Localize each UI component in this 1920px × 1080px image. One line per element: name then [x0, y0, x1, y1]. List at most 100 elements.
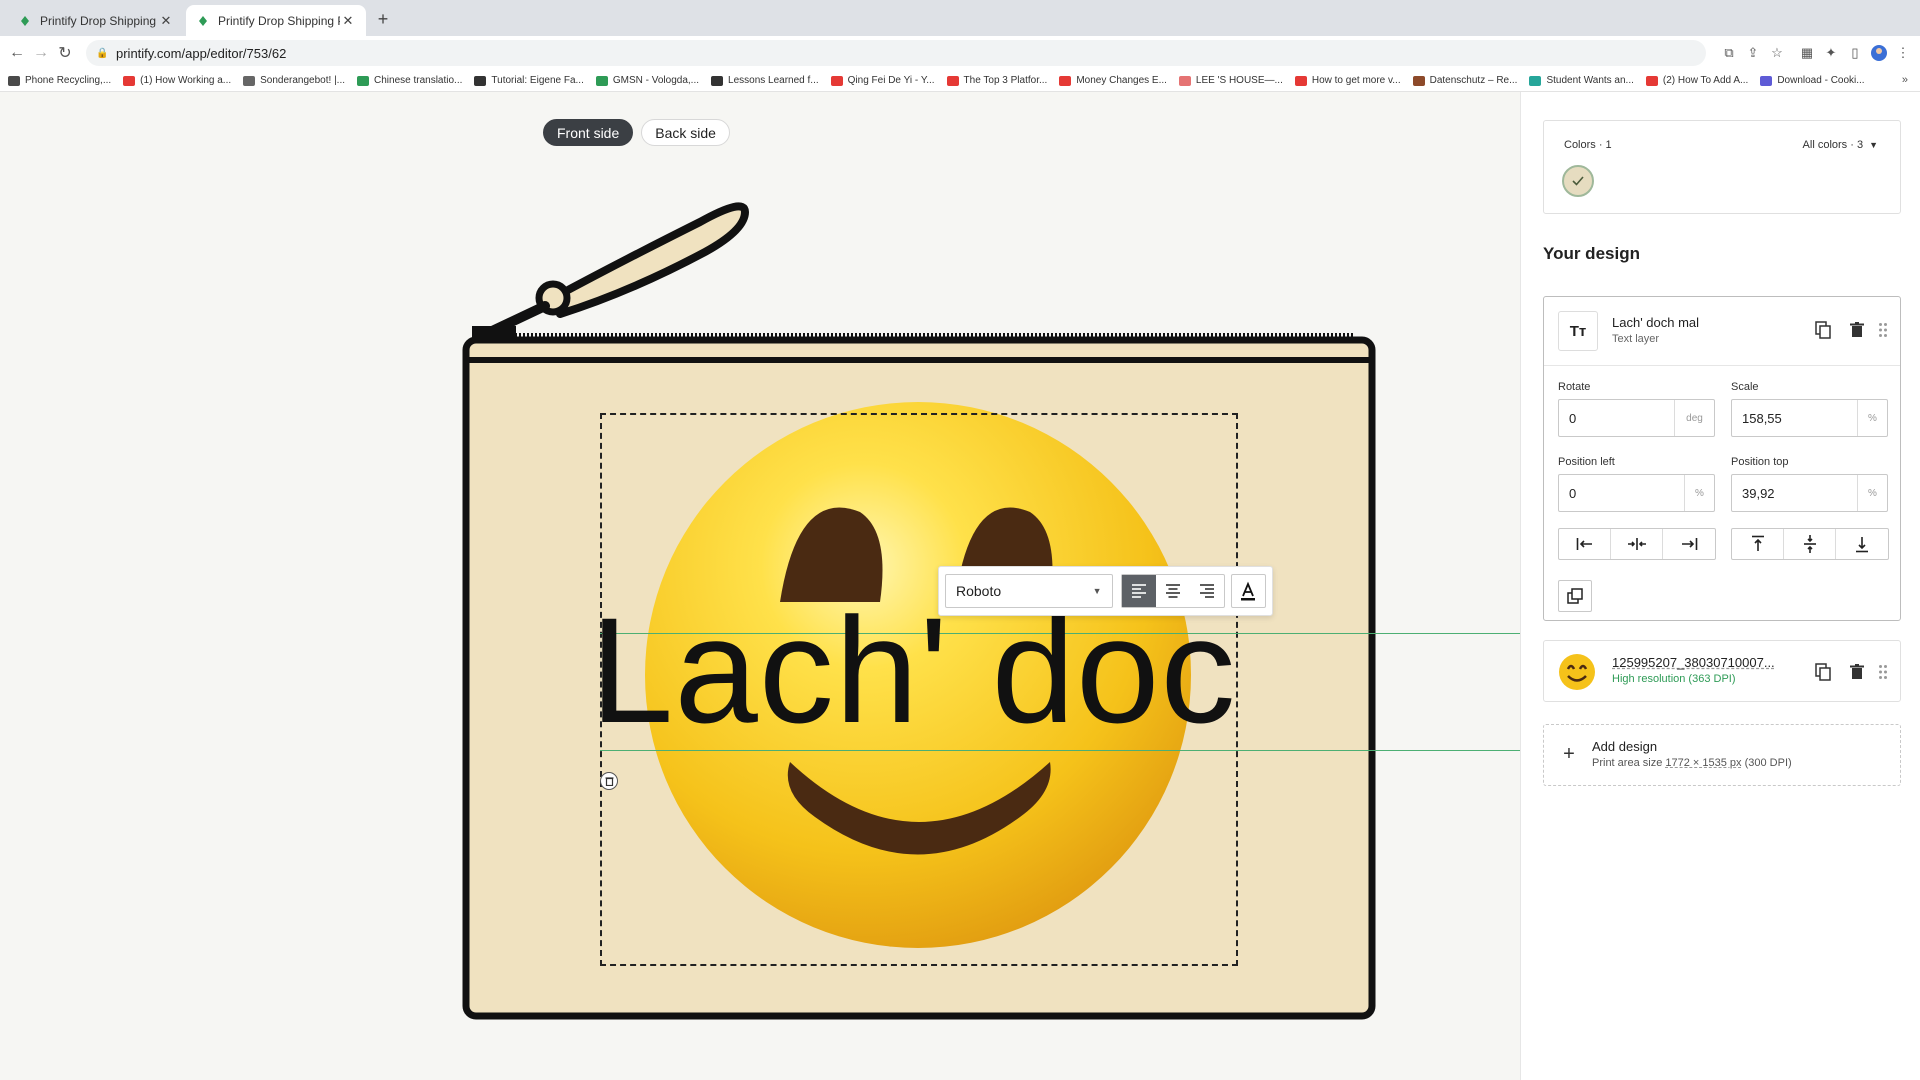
align-left-edge-button[interactable] [1559, 529, 1611, 559]
bookmark-item[interactable]: How to get more v... [1294, 75, 1401, 86]
horizontal-align-group [1558, 528, 1716, 560]
text-color-button[interactable] [1230, 574, 1266, 608]
bookmark-favicon-icon [357, 75, 370, 86]
bookmark-favicon-icon [595, 75, 608, 86]
text-layer-card[interactable]: Tт Lach' doch mal Text layer Rotate 0 de… [1543, 296, 1901, 621]
plus-icon: + [1563, 743, 1575, 765]
bookmark-item[interactable]: Chinese translatio... [357, 75, 462, 86]
all-colors-dropdown[interactable]: All colors · 3 ▼ [1803, 139, 1878, 151]
bookmark-label: Download - Cooki... [1777, 75, 1865, 86]
bookmark-favicon-icon [1760, 75, 1773, 86]
align-center-button[interactable] [1156, 575, 1190, 607]
bookmark-item[interactable]: Qing Fei De Yi - Y... [830, 75, 935, 86]
align-left-edge-icon [1576, 538, 1592, 550]
color-swatch-selected[interactable] [1562, 165, 1594, 197]
bookmark-item[interactable]: Datenschutz – Re... [1412, 75, 1517, 86]
trash-icon[interactable] [1846, 319, 1868, 341]
editor-canvas[interactable]: Front side Back side Lach' doc Roboto ▼ [0, 92, 1520, 1080]
close-tab-icon[interactable]: ✕ [158, 13, 174, 29]
bookmark-favicon-icon [1294, 75, 1307, 86]
extension-icon[interactable]: ▦ [1796, 42, 1818, 64]
forward-arrow-icon[interactable]: → [28, 40, 54, 66]
bookmark-item[interactable]: Money Changes E... [1059, 75, 1167, 86]
scale-input[interactable]: 158,55 % [1731, 399, 1888, 437]
browser-tab-2[interactable]: Printify Drop Shipping Print on ✕ [186, 5, 366, 36]
bookmark-item[interactable]: Sonderangebot! |... [243, 75, 345, 86]
rotate-label: Rotate [1558, 381, 1591, 393]
image-layer-card[interactable]: 125995207_38030710007... High resolution… [1543, 640, 1901, 702]
drag-handle-icon[interactable] [1872, 319, 1894, 341]
print-area-size-link[interactable]: 1772 × 1535 px [1665, 757, 1741, 769]
align-center-icon [1165, 584, 1180, 598]
bookmark-item[interactable]: (2) How To Add A... [1645, 75, 1748, 86]
bookmark-favicon-icon [1529, 75, 1542, 86]
bookmark-label: LEE 'S HOUSE—... [1195, 75, 1283, 86]
bookmark-label: Student Wants an... [1546, 75, 1634, 86]
align-horizontal-center-icon [1627, 538, 1646, 550]
duplicate-icon[interactable] [1812, 661, 1834, 683]
align-right-edge-button[interactable] [1663, 529, 1715, 559]
add-design-button[interactable]: + Add design Print area size 1772 × 1535… [1543, 724, 1901, 786]
profile-avatar-icon[interactable] [1868, 42, 1890, 64]
share-icon[interactable]: ⇪ [1742, 42, 1764, 64]
bookmark-item[interactable]: Student Wants an... [1529, 75, 1634, 86]
translate-icon[interactable]: ⧉ [1718, 42, 1740, 64]
bookmark-item[interactable]: GMSN - Vologda,... [595, 75, 699, 86]
new-tab-plus-icon[interactable]: + [372, 8, 394, 30]
align-top-edge-icon [1751, 535, 1764, 551]
reload-icon[interactable]: ↻ [52, 40, 78, 66]
side-panel-icon[interactable]: ▯ [1844, 42, 1866, 64]
position-top-input[interactable]: 39,92 % [1731, 474, 1888, 512]
bookmark-favicon-icon [1412, 75, 1425, 86]
all-colors-label: All colors · 3 [1802, 139, 1864, 151]
divider [1544, 365, 1900, 366]
bookmark-item[interactable]: The Top 3 Platfor... [946, 75, 1047, 86]
align-vertical-center-button[interactable] [1784, 529, 1836, 559]
drag-handle-icon[interactable] [1872, 661, 1894, 683]
bookmark-item[interactable]: Phone Recycling,... [8, 75, 111, 86]
align-top-edge-button[interactable] [1732, 529, 1784, 559]
bookmarks-overflow-icon[interactable]: » [1902, 74, 1908, 86]
align-left-button[interactable] [1121, 575, 1156, 607]
trash-icon[interactable] [1846, 661, 1868, 683]
bookmark-star-icon[interactable]: ☆ [1766, 42, 1788, 64]
align-bottom-edge-button[interactable] [1836, 529, 1888, 559]
design-panel: Colors · 1 All colors · 3 ▼ Your design … [1520, 92, 1920, 1080]
chevron-down-icon: ▼ [1092, 586, 1102, 596]
align-horizontal-center-button[interactable] [1611, 529, 1663, 559]
bookmark-label: Money Changes E... [1076, 75, 1167, 86]
trash-icon[interactable] [600, 772, 618, 790]
bookmark-item[interactable]: Lessons Learned f... [711, 75, 819, 86]
bookmark-favicon-icon [946, 75, 959, 86]
bookmark-item[interactable]: (1) How Working a... [123, 75, 231, 86]
close-tab-icon[interactable]: ✕ [340, 13, 356, 29]
bookmark-item[interactable]: Download - Cooki... [1760, 75, 1865, 86]
print-area-size-text: Print area size 1772 × 1535 px (300 DPI) [1592, 757, 1792, 769]
printify-favicon [196, 14, 210, 28]
bookmark-favicon-icon [1178, 75, 1191, 86]
bookmark-item[interactable]: LEE 'S HOUSE—... [1178, 75, 1283, 86]
align-right-button[interactable] [1190, 575, 1224, 607]
url-text: printify.com/app/editor/753/62 [116, 45, 287, 61]
position-left-input[interactable]: 0 % [1558, 474, 1715, 512]
image-layer-thumbnail [1556, 651, 1598, 693]
back-side-button[interactable]: Back side [641, 119, 730, 146]
browser-menu-icon[interactable]: ⋮ [1892, 42, 1914, 64]
lock-icon: 🔒 [96, 47, 109, 59]
align-left-icon [1131, 584, 1146, 598]
browser-tab-1[interactable]: Printify Drop Shipping & Printi ✕ [8, 5, 184, 36]
rotate-input[interactable]: 0 deg [1558, 399, 1715, 437]
layer-order-button[interactable] [1558, 580, 1592, 612]
side-toggle: Front side Back side [543, 119, 730, 146]
text-layer-on-canvas[interactable]: Lach' doc [590, 610, 1250, 730]
puzzle-extensions-icon[interactable]: ✦ [1820, 42, 1842, 64]
duplicate-icon[interactable] [1812, 319, 1834, 341]
back-arrow-icon[interactable]: ← [4, 40, 30, 66]
bookmark-item[interactable]: Tutorial: Eigene Fa... [474, 75, 584, 86]
address-bar[interactable]: 🔒 printify.com/app/editor/753/62 [86, 40, 1706, 66]
front-side-button[interactable]: Front side [543, 119, 634, 146]
font-family-select[interactable]: Roboto ▼ [945, 574, 1113, 608]
printify-favicon [18, 14, 32, 28]
text-align-group [1120, 574, 1225, 608]
align-bottom-edge-icon [1856, 537, 1868, 553]
